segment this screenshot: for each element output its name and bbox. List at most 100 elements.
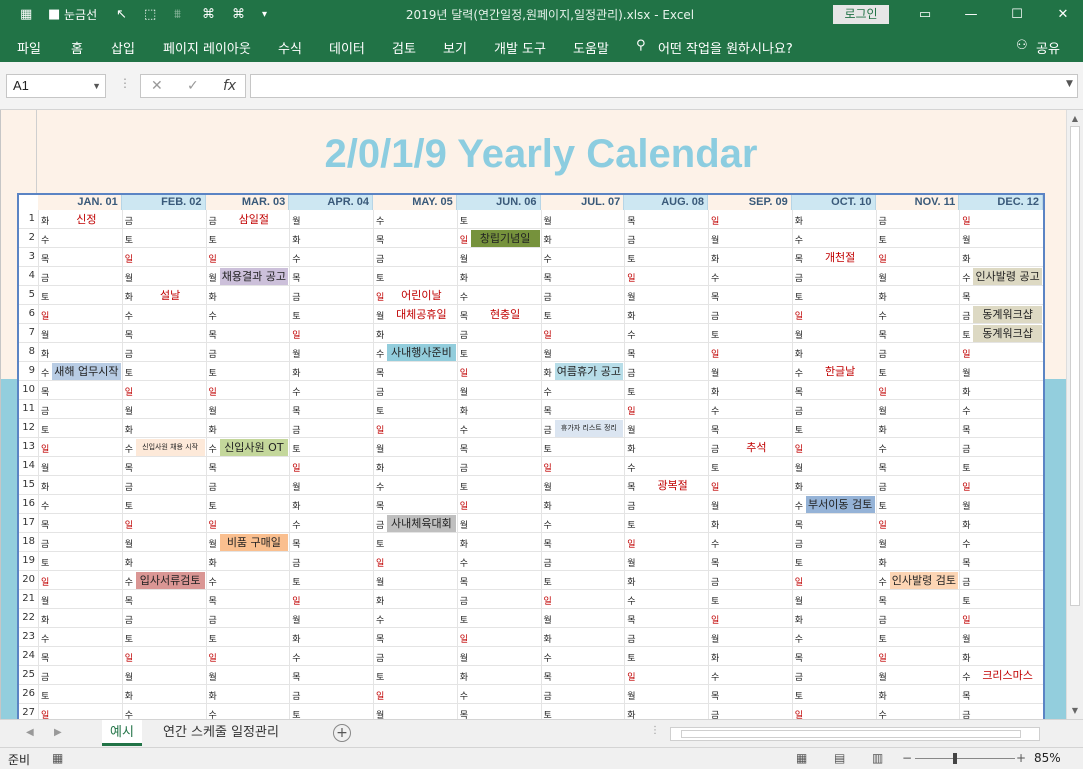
weekday-cell[interactable]: 수 bbox=[41, 233, 53, 246]
weekday-cell[interactable]: 목 bbox=[209, 328, 221, 341]
zoom-in-icon[interactable]: + bbox=[1016, 751, 1026, 765]
weekday-cell[interactable]: 토 bbox=[460, 480, 472, 493]
calendar-event[interactable]: 사내체육대회 bbox=[387, 515, 456, 532]
page-break-view-icon[interactable]: ▥ bbox=[872, 751, 883, 765]
weekday-cell[interactable]: 목 bbox=[125, 328, 137, 341]
weekday-cell[interactable]: 월 bbox=[879, 670, 891, 683]
weekday-cell[interactable]: 목 bbox=[41, 385, 53, 398]
calendar-event[interactable]: 신입사원 OT bbox=[219, 439, 289, 456]
weekday-cell[interactable]: 금 bbox=[41, 271, 53, 284]
login-button[interactable]: 로그인 bbox=[833, 5, 889, 24]
weekday-cell[interactable]: 일 bbox=[879, 385, 891, 398]
calendar-event[interactable]: 설날 bbox=[136, 287, 205, 304]
weekday-cell[interactable]: 일 bbox=[627, 271, 639, 284]
weekday-cell[interactable]: 일 bbox=[460, 366, 472, 379]
weekday-cell[interactable]: 수 bbox=[962, 404, 974, 417]
weekday-cell[interactable]: 일 bbox=[627, 404, 639, 417]
weekday-cell[interactable]: 목 bbox=[962, 290, 974, 303]
weekday-cell[interactable]: 수 bbox=[41, 632, 53, 645]
weekday-cell[interactable]: 화 bbox=[544, 233, 556, 246]
weekday-cell[interactable]: 화 bbox=[962, 385, 974, 398]
weekday-cell[interactable]: 금 bbox=[879, 347, 891, 360]
weekday-cell[interactable]: 화 bbox=[711, 518, 723, 531]
tab-file[interactable]: 파일 bbox=[17, 38, 41, 57]
weekday-cell[interactable]: 월 bbox=[711, 233, 723, 246]
weekday-cell[interactable]: 화 bbox=[292, 632, 304, 645]
calendar-event[interactable]: 여름휴가 공고 bbox=[554, 363, 624, 380]
weekday-cell[interactable]: 금 bbox=[292, 556, 304, 569]
weekday-cell[interactable]: 월 bbox=[544, 613, 556, 626]
weekday-cell[interactable]: 일 bbox=[795, 309, 807, 322]
weekday-cell[interactable]: 월 bbox=[292, 347, 304, 360]
weekday-cell[interactable]: 화 bbox=[544, 499, 556, 512]
weekday-cell[interactable]: 일 bbox=[962, 347, 974, 360]
weekday-cell[interactable]: 목 bbox=[962, 423, 974, 436]
macro-record-icon[interactable]: ▦ bbox=[52, 751, 63, 765]
weekday-cell[interactable]: 토 bbox=[627, 518, 639, 531]
weekday-cell[interactable]: 토 bbox=[879, 632, 891, 645]
weekday-cell[interactable]: 목 bbox=[41, 518, 53, 531]
table-icon[interactable]: ▦ bbox=[20, 6, 32, 24]
weekday-cell[interactable]: 화 bbox=[376, 594, 388, 607]
weekday-cell[interactable]: 수 bbox=[125, 309, 137, 322]
weekday-cell[interactable]: 목 bbox=[544, 670, 556, 683]
weekday-cell[interactable]: 일 bbox=[209, 385, 221, 398]
weekday-cell[interactable]: 목 bbox=[460, 442, 472, 455]
weekday-cell[interactable]: 토 bbox=[41, 689, 53, 702]
minimize-icon[interactable]: — bbox=[956, 4, 986, 26]
scroll-thumb[interactable] bbox=[681, 730, 1021, 738]
weekday-cell[interactable]: 일 bbox=[711, 214, 723, 227]
weekday-cell[interactable]: 월 bbox=[627, 556, 639, 569]
calendar-event[interactable]: 동계워크샵 bbox=[973, 306, 1042, 323]
weekday-cell[interactable]: 일 bbox=[795, 708, 807, 719]
weekday-cell[interactable]: 월 bbox=[376, 708, 388, 719]
weekday-cell[interactable]: 수 bbox=[544, 252, 556, 265]
weekday-cell[interactable]: 화 bbox=[125, 556, 137, 569]
weekday-cell[interactable]: 토 bbox=[376, 271, 388, 284]
weekday-cell[interactable]: 금 bbox=[41, 670, 53, 683]
weekday-cell[interactable]: 일 bbox=[962, 480, 974, 493]
weekday-cell[interactable]: 수 bbox=[711, 271, 723, 284]
weekday-cell[interactable]: 월 bbox=[962, 366, 974, 379]
weekday-cell[interactable]: 월 bbox=[544, 480, 556, 493]
weekday-cell[interactable]: 월 bbox=[125, 670, 137, 683]
weekday-cell[interactable]: 수 bbox=[209, 309, 221, 322]
weekday-cell[interactable]: 화 bbox=[879, 290, 891, 303]
weekday-cell[interactable]: 토 bbox=[292, 575, 304, 588]
weekday-cell[interactable]: 토 bbox=[795, 290, 807, 303]
weekday-cell[interactable]: 월 bbox=[795, 328, 807, 341]
weekday-cell[interactable]: 토 bbox=[460, 613, 472, 626]
calendar-event[interactable]: 추석 bbox=[722, 439, 791, 456]
weekday-cell[interactable]: 일 bbox=[627, 670, 639, 683]
calendar-event[interactable]: 동계워크샵 bbox=[973, 325, 1042, 342]
weekday-cell[interactable]: 목 bbox=[795, 518, 807, 531]
weekday-cell[interactable]: 토 bbox=[711, 328, 723, 341]
weekday-cell[interactable]: 화 bbox=[962, 651, 974, 664]
weekday-cell[interactable]: 화 bbox=[209, 689, 221, 702]
weekday-cell[interactable]: 월 bbox=[125, 537, 137, 550]
weekday-cell[interactable]: 수 bbox=[711, 537, 723, 550]
weekday-cell[interactable]: 토 bbox=[795, 689, 807, 702]
ribbon-display-icon[interactable]: ▭ bbox=[910, 4, 940, 26]
weekday-cell[interactable]: 수 bbox=[376, 214, 388, 227]
weekday-cell[interactable]: 토 bbox=[376, 670, 388, 683]
weekday-cell[interactable]: 토 bbox=[544, 575, 556, 588]
weekday-cell[interactable]: 금 bbox=[879, 480, 891, 493]
weekday-cell[interactable]: 화 bbox=[376, 328, 388, 341]
weekday-cell[interactable]: 토 bbox=[460, 214, 472, 227]
filter-icon[interactable]: ⩩ bbox=[174, 6, 181, 24]
hierarchy-icon[interactable]: ⌘ bbox=[232, 6, 245, 24]
weekday-cell[interactable]: 목 bbox=[41, 252, 53, 265]
scroll-up-icon[interactable]: ▲ bbox=[1067, 114, 1083, 123]
weekday-cell[interactable]: 금 bbox=[125, 214, 137, 227]
tab-help[interactable]: 도움말 bbox=[573, 38, 609, 57]
weekday-cell[interactable]: 수 bbox=[627, 461, 639, 474]
weekday-cell[interactable]: 월 bbox=[962, 233, 974, 246]
zoom-out-icon[interactable]: − bbox=[902, 751, 912, 765]
weekday-cell[interactable]: 목 bbox=[292, 404, 304, 417]
name-box[interactable]: A1 ▼ bbox=[6, 74, 106, 98]
weekday-cell[interactable]: 토 bbox=[125, 632, 137, 645]
weekday-cell[interactable]: 목 bbox=[627, 613, 639, 626]
weekday-cell[interactable]: 금 bbox=[879, 613, 891, 626]
weekday-cell[interactable]: 금 bbox=[795, 537, 807, 550]
